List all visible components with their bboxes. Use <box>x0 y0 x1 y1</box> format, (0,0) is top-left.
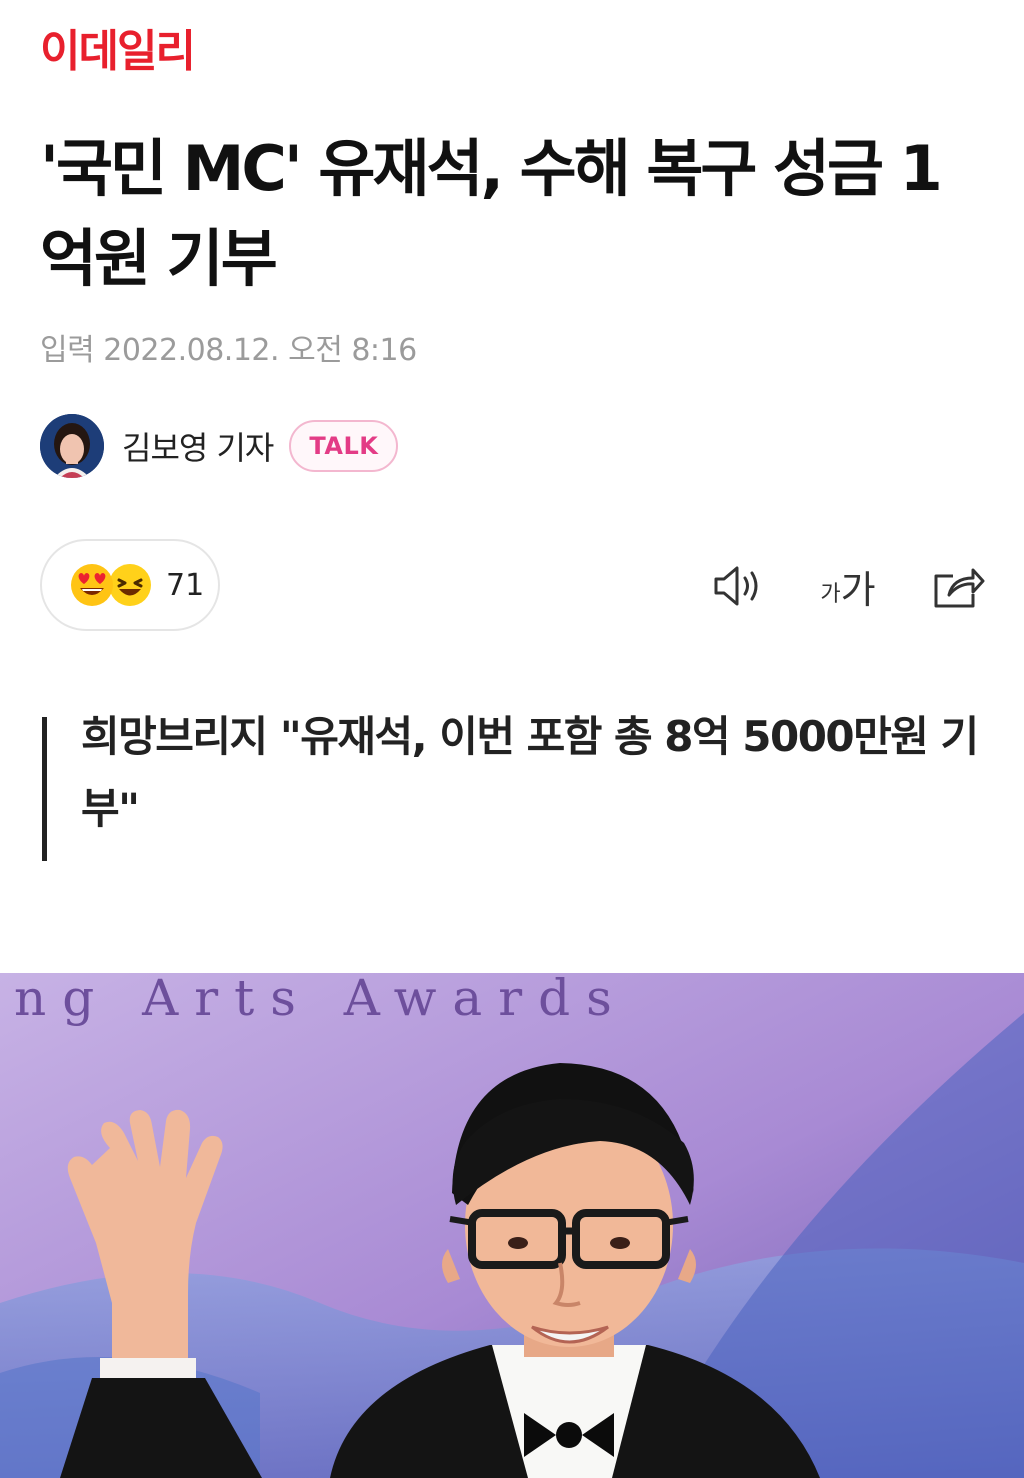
reaction-button[interactable]: 71 <box>40 539 220 631</box>
article-page: 이데일리 '국민 MC' 유재석, 수해 복구 성금 1억원 기부 입력 202… <box>0 0 1024 1478</box>
reporter-byline: 김보영 기자 TALK <box>40 414 399 478</box>
article-subheadline: 희망브리지 "유재석, 이번 포함 총 8억 5000만원 기부" <box>42 712 982 861</box>
laughing-emoji-icon <box>109 564 151 606</box>
share-icon <box>934 568 985 608</box>
article-photo-image: ng Arts Awards <box>0 973 1024 1478</box>
share-button[interactable] <box>928 556 988 616</box>
subheadline-text: 희망브리지 "유재석, 이번 포함 총 8억 5000만원 기부" <box>81 712 979 833</box>
font-size-large-label: 가 <box>840 567 876 612</box>
font-size-button[interactable]: 가 가 <box>812 556 884 616</box>
reporter-photo-icon <box>40 414 104 478</box>
reaction-count: 71 <box>166 568 205 603</box>
site-logo[interactable]: 이데일리 <box>40 30 196 74</box>
backdrop-text: ng Arts Awards <box>14 973 628 1027</box>
reporter-name[interactable]: 김보영 기자 <box>122 423 274 469</box>
published-time: 2022.08.12. 오전 8:16 <box>103 333 417 368</box>
speaker-icon <box>714 566 758 606</box>
article-photo[interactable]: ng Arts Awards <box>0 973 1024 1478</box>
talk-badge[interactable]: TALK <box>289 420 399 472</box>
published-label: 입력 <box>40 333 95 368</box>
reporter-avatar[interactable] <box>40 414 104 478</box>
heart-eyes-emoji-icon <box>71 564 113 606</box>
article-headline: '국민 MC' 유재석, 수해 복구 성금 1억원 기부 <box>40 132 943 295</box>
published-date: 입력 2022.08.12. 오전 8:16 <box>40 333 417 369</box>
audio-button[interactable] <box>706 556 772 616</box>
font-size-small-label: 가 <box>820 582 841 607</box>
